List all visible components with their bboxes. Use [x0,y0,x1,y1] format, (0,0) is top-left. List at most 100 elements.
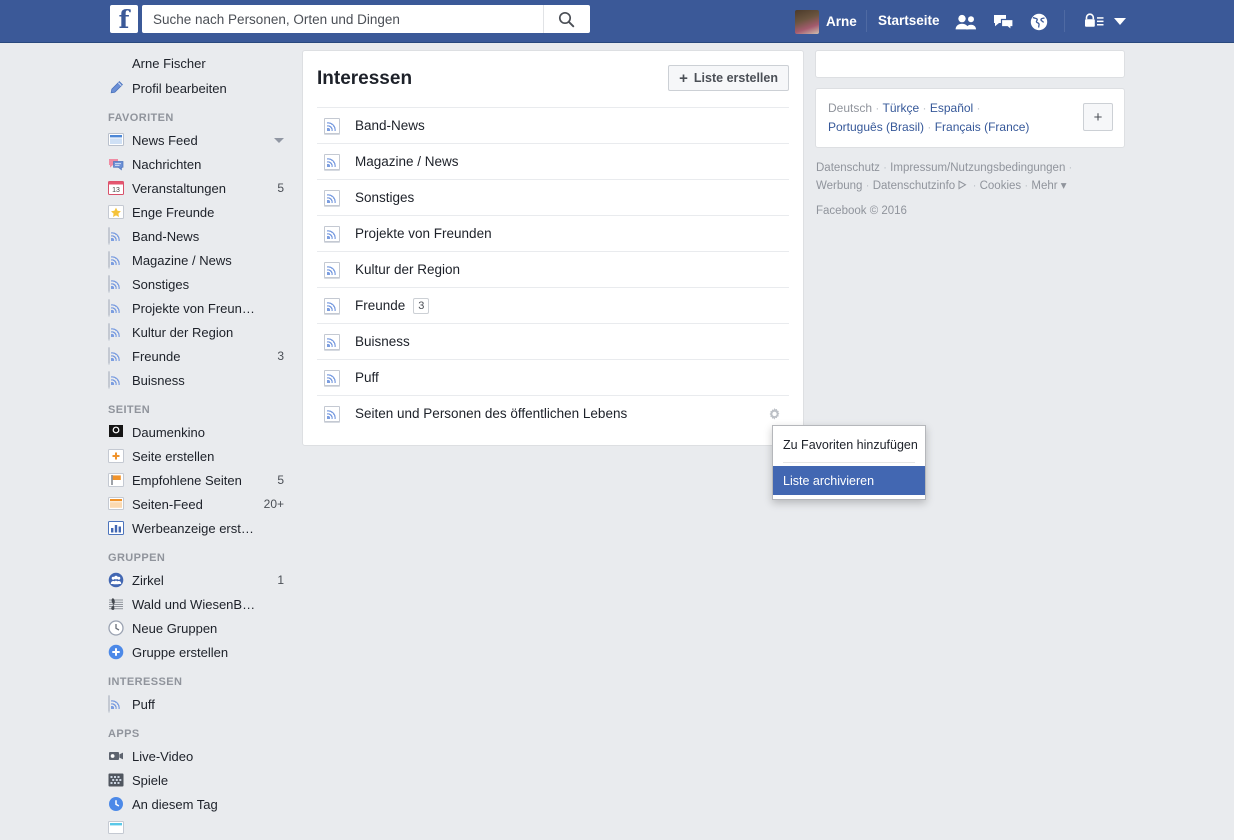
sidebar-item-label: Neue Gruppen [132,620,218,636]
sidebar-item-wald-und-wiesenband[interactable]: Wald und WiesenB… [100,592,292,616]
search-bar[interactable] [142,5,590,33]
rss-icon [324,297,340,314]
sidebar-item-live-video[interactable]: Live-Video [100,744,292,768]
sidebar-item-an-diesem-tag[interactable]: An diesem Tag [100,792,292,816]
sidebar-item-label: Kultur der Region [132,324,234,340]
footer-link-impressum[interactable]: Impressum/Nutzungsbedingungen [890,162,1065,174]
footer-links: Datenschutz · Impressum/Nutzungsbedingun… [816,162,1073,192]
list-item[interactable]: Magazine / News [317,143,789,179]
sidebar-item-seiten-feed[interactable]: Seiten-Feed 20+ [100,492,292,516]
rss-icon [108,347,124,364]
create-list-button[interactable]: + Liste erstellen [668,65,789,91]
sidebar-item-puff[interactable]: Puff [100,692,292,716]
messages-icon [108,156,124,172]
sidebar-item-gruppe-erstellen[interactable]: Gruppe erstellen [100,640,292,664]
sidebar-item-label: Zirkel [132,572,164,588]
page-logo-icon [108,424,124,440]
divider [1064,10,1065,32]
panel-header: Interessen + Liste erstellen [303,51,803,107]
sidebar-item-zirkel[interactable]: Zirkel 1 [100,568,292,592]
add-language-button[interactable]: + [1083,103,1113,131]
list-item[interactable]: Sonstiges [317,179,789,215]
sidebar-item-label: Nachrichten [132,156,202,172]
rss-icon [324,369,340,386]
menu-item-archive-list[interactable]: Liste archivieren [773,466,925,495]
svg-text:13: 13 [112,187,120,194]
sidebar-item-spiele[interactable]: Spiele [100,768,292,792]
sidebar-item-seite-erstellen[interactable]: Seite erstellen [100,444,292,468]
search-input[interactable] [151,6,543,32]
sidebar-item-label: An diesem Tag [132,796,218,812]
rss-icon [108,251,124,268]
messages-icon[interactable] [993,14,1014,30]
list-item[interactable]: Puff [317,359,789,395]
home-link[interactable]: Startseite [878,13,940,28]
language-current: Deutsch [828,101,873,115]
page-title: Interessen [317,68,413,89]
rss-icon [108,227,124,244]
sidebar-item-profile[interactable]: Arne Fischer [100,50,292,76]
sidebar-item-kultur-der-region[interactable]: Kultur der Region [100,320,292,344]
sidebar-item-buisness[interactable]: Buisness [100,368,292,392]
star-icon [108,204,124,220]
list-item[interactable]: Buisness [317,323,789,359]
search-icon[interactable] [542,5,590,33]
list-item-label: Kultur der Region [355,262,461,277]
footer-link-datenschutzinfo[interactable]: Datenschutzinfo [873,180,955,192]
sidebar-section-title-interessen: INTERESSEN [108,676,183,688]
copyright-text: Facebook © 2016 [816,205,907,217]
sidebar-item-werbeanzeige-erstellen[interactable]: Werbeanzeige erst… [100,516,292,540]
footer-link-mehr[interactable]: Mehr [1031,180,1057,192]
rss-icon [324,225,340,242]
footer-link-datenschutz[interactable]: Datenschutz [816,162,880,174]
gear-icon[interactable] [765,405,783,423]
sidebar-item-band-news[interactable]: Band-News [100,224,292,248]
sidebar-item-projekte-von-freunden[interactable]: Projekte von Freun… [100,296,292,320]
privacy-lock-icon[interactable] [1084,12,1104,31]
sidebar-item-empfohlene-seiten[interactable]: Empfohlene Seiten 5 [100,468,292,492]
account-chevron-down-icon[interactable] [1114,18,1126,25]
notifications-globe-icon[interactable] [1030,13,1048,31]
sidebar-item-enge-freunde[interactable]: Enge Freunde [100,200,292,224]
right-sidebar: Deutsch · Türkçe · Español · Português (… [815,50,1125,217]
menu-item-add-to-favorites[interactable]: Zu Favoriten hinzufügen [773,430,925,459]
sidebar-item-count: 1 [277,573,284,587]
sidebar-item-label: Wald und WiesenB… [132,596,256,612]
sidebar-item-nachrichten[interactable]: Nachrichten [100,152,292,176]
sidebar-item-label: Magazine / News [132,252,232,268]
list-item[interactable]: Projekte von Freunden [317,215,789,251]
sidebar-item-partial-cutoff[interactable] [100,816,292,840]
sidebar-item-news-feed[interactable]: News Feed [100,128,292,152]
sidebar-item-magazine-news[interactable]: Magazine / News [100,248,292,272]
sidebar-item-label: Freunde [132,348,181,364]
flag-icon [108,472,124,488]
sidebar-section-title-favoriten: FAVORITEN [108,112,174,124]
language-portugues[interactable]: Português (Brasil) [828,120,924,134]
facebook-logo-icon[interactable]: f [110,5,138,33]
sidebar-item-neue-gruppen[interactable]: Neue Gruppen [100,616,292,640]
list-item[interactable]: Band-News [317,107,789,143]
footer-link-cookies[interactable]: Cookies [980,180,1022,192]
list-item[interactable]: Kultur der Region [317,251,789,287]
sidebar-item-freunde[interactable]: Freunde 3 [100,344,292,368]
list-item-label: Freunde [355,298,406,313]
sidebar-item-daumenkino[interactable]: Daumenkino [100,420,292,444]
list-item-label: Magazine / News [355,154,459,169]
footer-link-werbung[interactable]: Werbung [816,180,862,192]
friend-requests-icon[interactable] [955,14,977,30]
language-espanol[interactable]: Español [930,101,973,115]
sidebar-item-edit-profile[interactable]: Profil bearbeiten [100,76,292,100]
sidebar-section-title-gruppen: GRUPPEN [108,552,166,564]
list-item-label: Sonstiges [355,190,415,205]
sidebar-item-label: Enge Freunde [132,204,215,220]
list-item-active[interactable]: Seiten und Personen des öffentlichen Leb… [317,395,789,431]
sidebar-item-veranstaltungen[interactable]: 13 Veranstaltungen 5 [100,176,292,200]
panel-footer-spacer [303,431,803,445]
language-turkce[interactable]: Türkçe [882,101,919,115]
sidebar-item-sonstiges[interactable]: Sonstiges [100,272,292,296]
bar-chart-icon [108,520,124,536]
list-item[interactable]: Freunde 3 [317,287,789,323]
chevron-down-icon[interactable] [274,137,284,143]
language-francais[interactable]: Français (France) [935,120,1030,134]
profile-link[interactable]: Arne [795,0,857,43]
